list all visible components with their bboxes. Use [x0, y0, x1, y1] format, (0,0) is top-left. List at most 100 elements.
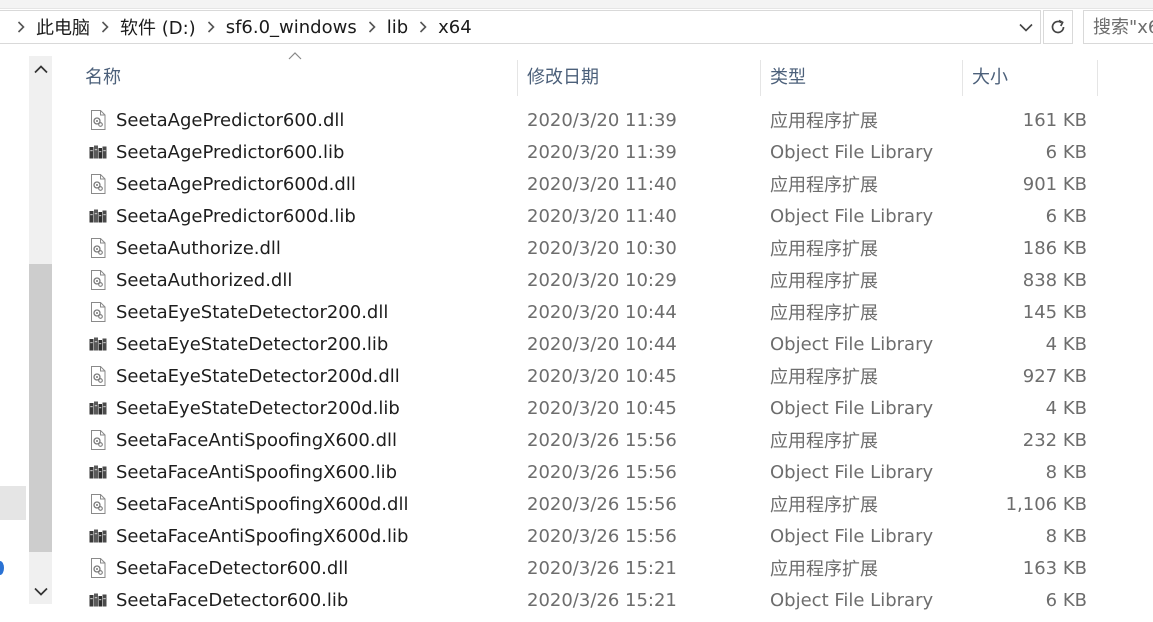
file-modified-date: 2020/3/20 11:40 — [527, 173, 677, 195]
file-type: 应用程序扩展 — [770, 271, 878, 292]
file-row[interactable]: SeetaAgePredictor600.lib 2020/3/20 11:39 O… — [76, 136, 1106, 168]
vertical-scrollbar[interactable] — [29, 56, 52, 604]
file-name: SeetaAgePredictor600.dll — [116, 109, 345, 131]
file-modified-date: 2020/3/20 10:44 — [527, 301, 677, 323]
breadcrumb-item-x64[interactable]: x64 — [436, 17, 474, 38]
lib-file-icon — [88, 520, 108, 552]
file-modified-date: 2020/3/20 10:29 — [527, 269, 677, 291]
file-modified-date: 2020/3/20 11:39 — [527, 109, 677, 131]
file-size: 838 KB — [1022, 269, 1087, 291]
chevron-down-icon[interactable] — [1012, 11, 1040, 43]
file-name: SeetaFaceAntiSpoofingX600d.lib — [116, 525, 409, 547]
navigation-selected-item[interactable] — [0, 486, 26, 520]
file-row[interactable]: SeetaAuthorize.dll 2020/3/20 10:30 应用程序扩展 1… — [76, 232, 1106, 264]
search-input[interactable] — [1084, 11, 1153, 43]
column-header-size[interactable]: 大小 — [972, 56, 1092, 96]
lib-file-icon — [88, 456, 108, 488]
breadcrumb: 此电脑 软件 (D:) sf6.0_windows lib x64 — [8, 11, 474, 43]
file-modified-date: 2020/3/20 10:45 — [527, 365, 677, 387]
file-list: SeetaAgePredictor600.dll 2020/3/20 11:39 应… — [76, 104, 1106, 616]
file-name: SeetaAgePredictor600d.dll — [116, 173, 356, 195]
column-header-date[interactable]: 修改日期 — [527, 56, 757, 96]
file-row[interactable]: SeetaFaceAntiSpoofingX600d.lib 2020/3/26 … — [76, 520, 1106, 552]
column-divider[interactable] — [517, 60, 518, 96]
window-top-strip — [0, 0, 1153, 9]
breadcrumb-item-sf6-windows[interactable]: sf6.0_windows — [224, 17, 359, 38]
file-row[interactable]: SeetaFaceDetector600.lib 2020/3/26 15:21 O… — [76, 584, 1106, 616]
file-name: SeetaFaceAntiSpoofingX600.lib — [116, 461, 398, 483]
column-divider[interactable] — [1097, 60, 1098, 96]
breadcrumb-item-drive-d[interactable]: 软件 (D:) — [118, 14, 198, 40]
file-row[interactable]: SeetaAgePredictor600d.dll 2020/3/20 11:40… — [76, 168, 1106, 200]
file-modified-date: 2020/3/26 15:56 — [527, 493, 677, 515]
file-type: Object File Library — [770, 525, 934, 547]
navigation-pane[interactable] — [0, 46, 28, 622]
column-header-type[interactable]: 类型 — [770, 56, 960, 96]
chevron-right-icon[interactable] — [363, 21, 381, 33]
scrollbar-thumb[interactable] — [29, 264, 52, 552]
file-name: SeetaAgePredictor600d.lib — [116, 205, 356, 227]
breadcrumb-item-this-pc[interactable]: 此电脑 — [34, 14, 92, 40]
search-box[interactable] — [1083, 10, 1153, 44]
file-name: SeetaEyeStateDetector200.dll — [116, 301, 389, 323]
dll-file-icon — [88, 264, 108, 296]
file-name: SeetaFaceAntiSpoofingX600.dll — [116, 429, 398, 451]
file-name: SeetaAuthorize.dll — [116, 237, 281, 259]
file-modified-date: 2020/3/20 10:30 — [527, 237, 677, 259]
chevron-right-icon[interactable] — [414, 21, 432, 33]
file-row[interactable]: SeetaEyeStateDetector200d.dll 2020/3/20 1… — [76, 360, 1106, 392]
file-row[interactable]: SeetaEyeStateDetector200d.lib 2020/3/20 1… — [76, 392, 1106, 424]
file-row[interactable]: SeetaFaceAntiSpoofingX600d.dll 2020/3/26 … — [76, 488, 1106, 520]
scroll-up-arrow-icon[interactable] — [29, 56, 52, 82]
file-size: 6 KB — [1045, 205, 1087, 227]
file-modified-date: 2020/3/20 10:44 — [527, 333, 677, 355]
file-modified-date: 2020/3/26 15:21 — [527, 589, 677, 611]
file-type: Object File Library — [770, 205, 934, 227]
breadcrumb-item-lib[interactable]: lib — [385, 17, 410, 38]
dll-file-icon — [88, 360, 108, 392]
dll-file-icon — [88, 424, 108, 456]
column-divider[interactable] — [962, 60, 963, 96]
refresh-icon — [1051, 19, 1065, 34]
chevron-right-icon[interactable] — [12, 21, 30, 33]
column-divider[interactable] — [760, 60, 761, 96]
address-bar[interactable]: 此电脑 软件 (D:) sf6.0_windows lib x64 — [0, 10, 1041, 44]
file-row[interactable]: SeetaEyeStateDetector200.dll 2020/3/20 10… — [76, 296, 1106, 328]
file-size: 4 KB — [1045, 397, 1087, 419]
file-row[interactable]: SeetaEyeStateDetector200.lib 2020/3/20 10… — [76, 328, 1106, 360]
lib-file-icon — [88, 200, 108, 232]
file-name: SeetaFaceDetector600.dll — [116, 557, 349, 579]
file-modified-date: 2020/3/26 15:21 — [527, 557, 677, 579]
file-size: 145 KB — [1022, 301, 1087, 323]
file-row[interactable]: SeetaFaceAntiSpoofingX600.dll 2020/3/26 1… — [76, 424, 1106, 456]
file-type: 应用程序扩展 — [770, 495, 878, 516]
dll-file-icon — [88, 488, 108, 520]
file-name: SeetaEyeStateDetector200d.dll — [116, 365, 400, 387]
file-modified-date: 2020/3/26 15:56 — [527, 429, 677, 451]
file-size: 6 KB — [1045, 141, 1087, 163]
file-modified-date: 2020/3/20 11:40 — [527, 205, 677, 227]
chevron-right-icon[interactable] — [202, 21, 220, 33]
file-row[interactable]: SeetaAgePredictor600.dll 2020/3/20 11:39 应… — [76, 104, 1106, 136]
file-size: 163 KB — [1022, 557, 1087, 579]
file-modified-date: 2020/3/26 15:56 — [527, 461, 677, 483]
file-modified-date: 2020/3/26 15:56 — [527, 525, 677, 547]
file-type: 应用程序扩展 — [770, 111, 878, 132]
refresh-button[interactable] — [1043, 10, 1073, 44]
file-size: 901 KB — [1022, 173, 1087, 195]
file-row[interactable]: SeetaAgePredictor600d.lib 2020/3/20 11:40… — [76, 200, 1106, 232]
file-row[interactable]: SeetaFaceDetector600.dll 2020/3/26 15:21 应… — [76, 552, 1106, 584]
dll-file-icon — [88, 552, 108, 584]
lib-file-icon — [88, 392, 108, 424]
file-size: 161 KB — [1022, 109, 1087, 131]
column-header-name[interactable]: 名称 — [85, 56, 515, 96]
file-row[interactable]: SeetaAuthorized.dll 2020/3/20 10:29 应用程序扩展… — [76, 264, 1106, 296]
file-size: 927 KB — [1022, 365, 1087, 387]
file-name: SeetaAuthorized.dll — [116, 269, 293, 291]
scroll-down-arrow-icon[interactable] — [29, 578, 52, 604]
dll-file-icon — [88, 168, 108, 200]
file-name: SeetaEyeStateDetector200d.lib — [116, 397, 400, 419]
chevron-right-icon[interactable] — [96, 21, 114, 33]
file-modified-date: 2020/3/20 10:45 — [527, 397, 677, 419]
file-row[interactable]: SeetaFaceAntiSpoofingX600.lib 2020/3/26 1… — [76, 456, 1106, 488]
